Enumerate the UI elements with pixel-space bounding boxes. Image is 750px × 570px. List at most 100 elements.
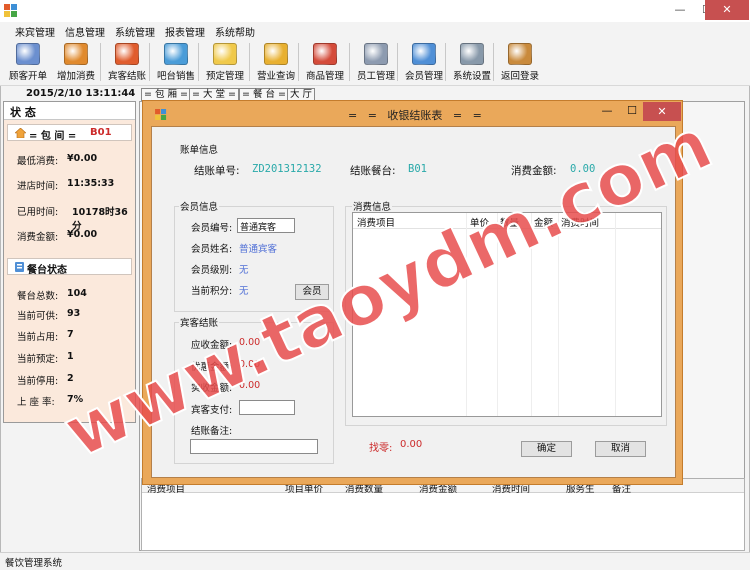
product-button[interactable]: 商品管理 [301, 42, 349, 84]
grid-divider [531, 213, 532, 416]
available-value: 93 [67, 308, 81, 319]
confirm-button[interactable]: 确定 [521, 441, 572, 457]
reserved-value: 1 [67, 351, 74, 362]
entry-time-value: 11:35:33 [67, 178, 115, 189]
dialog-minimize-button[interactable]: — [596, 104, 618, 117]
toolbar-label: 预定管理 [205, 71, 244, 82]
datetime-label: 2015/2/10 13:11:44 [26, 88, 136, 99]
table-label: 结账餐台: [350, 165, 396, 177]
member-no-label: 会员编号: [191, 223, 233, 234]
checkout-group-title: 宾客结账 [179, 315, 220, 329]
dialog-maximize-button[interactable]: ☐ [621, 104, 643, 117]
consumption-list[interactable]: 消费项目 单价 数量 金额 消费时间 [352, 212, 662, 417]
room-code: B01 [90, 127, 112, 138]
member-group-title: 会员信息 [179, 199, 220, 213]
reservation-button[interactable]: 预定管理 [201, 42, 249, 84]
home-icon [15, 128, 26, 138]
cancel-button[interactable]: 取消 [595, 441, 646, 457]
toolbar-separator [149, 43, 150, 81]
close-button[interactable]: ✕ [705, 0, 749, 20]
staff-button[interactable]: 员工管理 [352, 42, 400, 84]
status-bar-text: 餐饮管理系统 [5, 558, 63, 569]
toolbar: 顾客开单 增加消费 宾客结账 吧台销售 预定管理 营业查询 商品管理 员工管理 会员管理 系统设置… [0, 40, 750, 86]
member-name-label: 会员姓名: [191, 244, 233, 255]
bill-no-value: ZD201312132 [252, 163, 322, 175]
checkout-button[interactable]: 宾客结账 [103, 42, 151, 84]
menu-info[interactable]: 信息管理 [65, 24, 105, 39]
total-label: 餐台总数: [17, 291, 59, 302]
exit-button[interactable]: 返回登录 [496, 42, 544, 84]
business-query-icon [264, 43, 288, 65]
available-label: 当前可供: [17, 311, 59, 322]
col-time[interactable]: 消费时间 [561, 215, 599, 229]
member-button[interactable]: 会员 [295, 284, 329, 300]
minimize-button[interactable]: — [666, 0, 694, 20]
col-item[interactable]: 消费项目 [357, 215, 395, 229]
bill-no-label: 结账单号: [194, 165, 240, 177]
bar-sales-button[interactable]: 吧台销售 [152, 42, 200, 84]
toolbar-separator [493, 43, 494, 81]
reserved-label: 当前预定: [17, 354, 59, 365]
dialog-app-icon [155, 109, 167, 120]
consumption-label: 消费金额: [17, 232, 59, 243]
receivable-value: 0.00 [239, 337, 261, 348]
toolbar-separator [349, 43, 350, 81]
member-no-input[interactable]: 普通宾客 [237, 218, 295, 233]
change-label: 找零: [369, 443, 393, 454]
total-value: 104 [67, 288, 87, 299]
consumption-value: ¥0.00 [67, 229, 98, 240]
entry-time-label: 进店时间: [17, 181, 59, 192]
occupied-label: 当前占用: [17, 332, 59, 343]
toolbar-label: 顾客开单 [8, 71, 47, 82]
toolbar-separator [198, 43, 199, 81]
exit-icon [508, 43, 532, 65]
title-bar: — ☐ ✕ [0, 0, 750, 22]
dialog-title: = = 收银结账表 = = [348, 109, 482, 122]
bill-group-title: 账单信息 [179, 142, 220, 156]
add-consumption-button[interactable]: 增加消费 [52, 42, 100, 84]
menu-report[interactable]: 报表管理 [165, 24, 205, 39]
member-name-value: 普通宾客 [239, 244, 278, 255]
open-order-icon [16, 43, 40, 65]
add-consumption-icon [64, 43, 88, 65]
receivable-label: 应收金额: [191, 340, 233, 351]
col-qty[interactable]: 数量 [500, 215, 519, 229]
menu-system[interactable]: 系统管理 [115, 24, 155, 39]
dialog-close-button[interactable]: ✕ [643, 102, 681, 121]
change-value: 0.00 [400, 439, 423, 450]
note-label: 结账备注: [191, 426, 233, 437]
toolbar-label: 吧台销售 [156, 71, 195, 82]
used-time-value: 10178时36分 [72, 207, 128, 232]
toolbar-separator [397, 43, 398, 81]
member-button[interactable]: 会员管理 [400, 42, 448, 84]
member-points-value: 无 [239, 286, 249, 297]
consumption-info-title: 消费信息 [352, 199, 393, 213]
toolbar-label: 返回登录 [500, 71, 539, 82]
product-icon [313, 43, 337, 65]
settings-button[interactable]: 系统设置 [448, 42, 496, 84]
occupied-value: 7 [67, 329, 74, 340]
seat-rate-value: 7% [67, 394, 84, 405]
toolbar-label: 系统设置 [452, 71, 491, 82]
checkout-dialog: = = 收银结账表 = = — ☐ ✕ 账单信息 结账单号: ZD2013121… [142, 100, 683, 485]
col-price[interactable]: 单价 [470, 215, 489, 229]
menu-guest[interactable]: 来宾管理 [15, 24, 55, 39]
menu-help[interactable]: 系统帮助 [215, 24, 255, 39]
toolbar-label: 商品管理 [305, 71, 344, 82]
open-order-button[interactable]: 顾客开单 [4, 42, 52, 84]
col-amount[interactable]: 金额 [534, 215, 553, 229]
toolbar-label: 增加消费 [56, 71, 95, 82]
grid-divider [558, 213, 559, 416]
actual-label: 实收金额: [191, 383, 233, 394]
amount-value: 0.00 [570, 163, 596, 175]
paid-input[interactable] [239, 400, 295, 415]
business-query-button[interactable]: 营业查询 [252, 42, 300, 84]
dialog-title-bar: = = 收银结账表 = = — ☐ ✕ [143, 101, 682, 125]
staff-icon [364, 43, 388, 65]
note-input[interactable] [190, 439, 318, 454]
status-tab-label[interactable]: 状 态 [10, 104, 36, 120]
consumption-grid: 消费项目 项目单价 消费数量 消费金额 消费时间 服务生 备注 [141, 478, 745, 551]
member-points-label: 当前积分: [191, 286, 233, 297]
discount-label: 优惠金额: [191, 362, 233, 373]
table-status-label: 餐台状态 [27, 265, 67, 276]
